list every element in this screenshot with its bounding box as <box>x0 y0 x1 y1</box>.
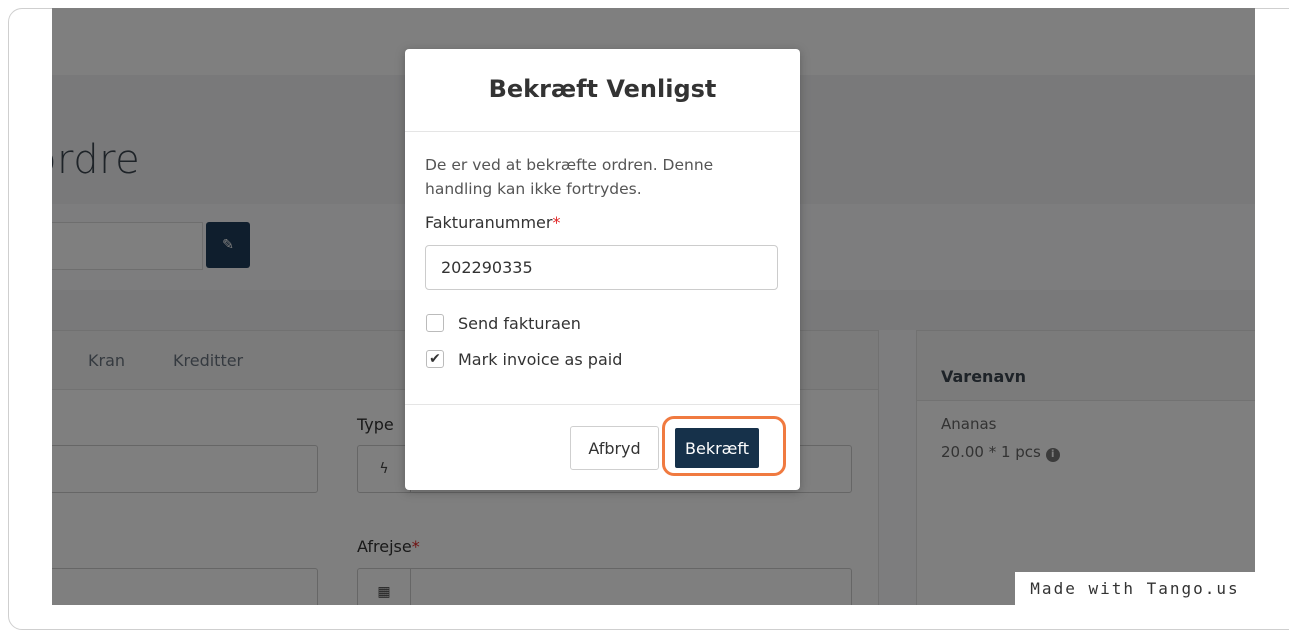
dialog-divider <box>405 131 800 132</box>
send-invoice-checkbox[interactable] <box>426 314 444 332</box>
dialog-message: De er ved at bekræfte ordren. Denne hand… <box>425 156 714 198</box>
mark-paid-checkbox[interactable]: ✔ <box>426 350 444 368</box>
click-highlight <box>662 416 786 476</box>
checkmark-icon: ✔ <box>429 351 441 367</box>
mark-paid-option[interactable]: ✔ Mark invoice as paid <box>426 348 622 370</box>
dialog-title: Bekræft Venligst <box>488 75 717 103</box>
send-invoice-option[interactable]: Send fakturaen <box>426 312 581 334</box>
invoice-number-label: Fakturanummer* <box>425 213 561 232</box>
dialog-footer-divider <box>405 404 800 405</box>
invoice-number-input[interactable]: 202290335 <box>425 245 778 290</box>
cancel-button[interactable]: Afbryd <box>570 426 659 470</box>
tango-watermark: Made with Tango.us <box>1015 572 1255 605</box>
send-invoice-label: Send fakturaen <box>458 313 581 333</box>
mark-paid-label: Mark invoice as paid <box>458 349 623 369</box>
